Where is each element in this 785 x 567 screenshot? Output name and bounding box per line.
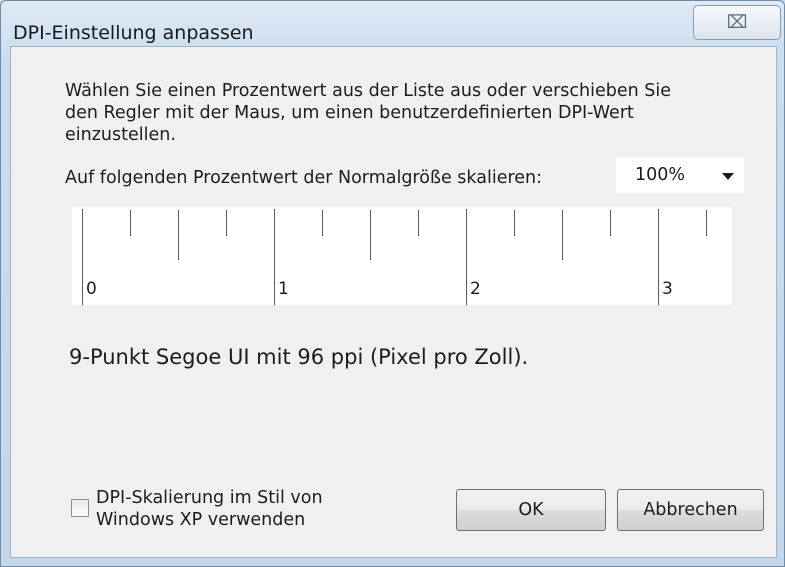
close-button[interactable]: ⌧ bbox=[693, 5, 781, 40]
ruler-major-tick bbox=[466, 209, 467, 305]
ruler-minor-tick bbox=[130, 210, 131, 236]
ruler-minor-tick bbox=[610, 210, 611, 236]
xp-style-scaling-checkbox[interactable] bbox=[71, 499, 89, 517]
ruler-half-tick bbox=[562, 210, 563, 260]
ok-button[interactable]: OK bbox=[456, 489, 606, 531]
ruler-minor-tick bbox=[226, 210, 227, 236]
scale-percent-value: 100% bbox=[635, 165, 686, 185]
ruler-half-tick bbox=[370, 210, 371, 260]
ruler-minor-tick bbox=[706, 210, 707, 236]
ruler-major-tick bbox=[658, 209, 659, 305]
ruler-major-tick bbox=[274, 209, 275, 305]
ruler-minor-tick bbox=[418, 210, 419, 236]
cancel-button[interactable]: Abbrechen bbox=[617, 489, 764, 531]
instruction-text: Wählen Sie einen Prozentwert aus der Lis… bbox=[65, 81, 672, 145]
ruler-top-line bbox=[72, 205, 732, 207]
dpi-dialog-window: DPI-Einstellung anpassen ⌧ Wählen Sie ei… bbox=[0, 0, 785, 567]
xp-style-scaling-label[interactable]: DPI-Skalierung im Stil von Windows XP ve… bbox=[96, 487, 323, 531]
ruler-major-tick bbox=[82, 209, 83, 305]
ruler-half-tick bbox=[178, 210, 179, 260]
ruler-minor-tick bbox=[514, 210, 515, 236]
ruler-label-0: 0 bbox=[86, 279, 97, 299]
xp-style-scaling-option[interactable]: DPI-Skalierung im Stil von Windows XP ve… bbox=[71, 487, 391, 541]
ruler-label-3: 3 bbox=[662, 279, 673, 299]
ruler-minor-tick bbox=[322, 210, 323, 236]
ruler-label-1: 1 bbox=[278, 279, 289, 299]
chevron-down-icon bbox=[722, 173, 734, 180]
dpi-ruler[interactable]: 0 1 2 3 bbox=[72, 205, 732, 305]
close-icon: ⌧ bbox=[726, 12, 748, 33]
ruler-label-2: 2 bbox=[470, 279, 481, 299]
scale-percent-dropdown[interactable]: 100% bbox=[616, 157, 744, 193]
font-size-info: 9-Punkt Segoe UI mit 96 ppi (Pixel pro Z… bbox=[69, 345, 529, 369]
window-title: DPI-Einstellung anpassen bbox=[13, 22, 254, 44]
scale-label: Auf folgenden Prozentwert der Normalgröß… bbox=[65, 168, 543, 188]
dialog-content: Wählen Sie einen Prozentwert aus der Lis… bbox=[10, 46, 777, 558]
